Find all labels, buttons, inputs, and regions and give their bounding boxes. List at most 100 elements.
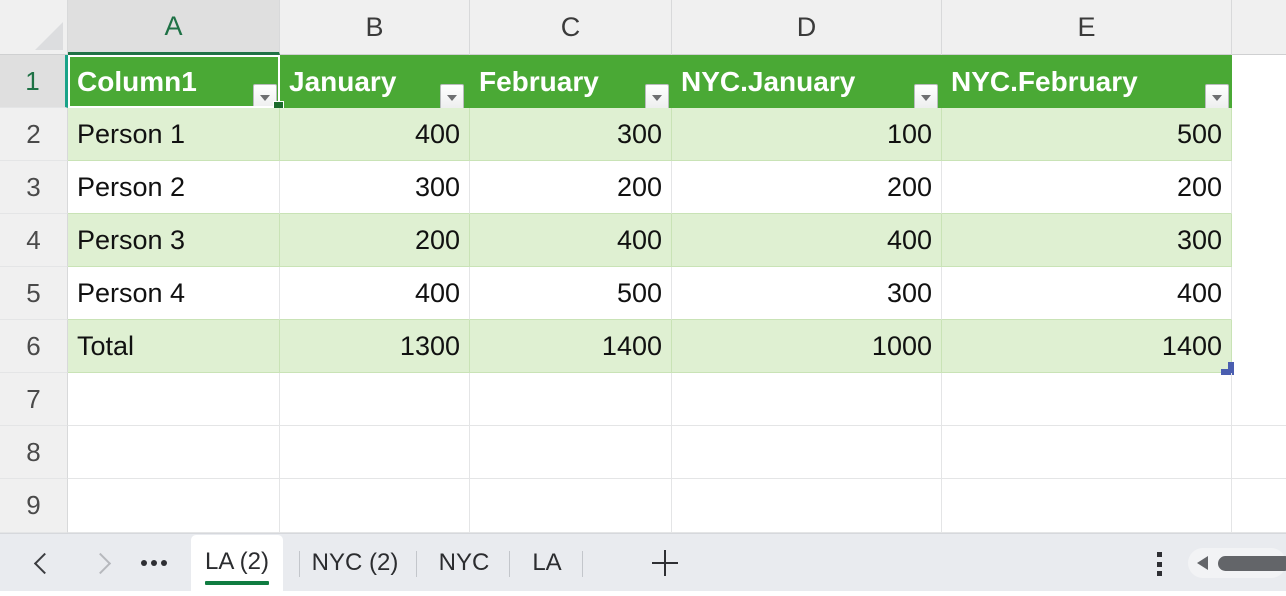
table-row[interactable]: 400 [280,267,470,320]
column-header-d[interactable]: D [672,0,942,55]
table-header-cell-nyc-february[interactable]: NYC.February [942,55,1232,108]
add-sheet-button[interactable] [647,546,683,580]
table-row[interactable]: 400 [672,214,942,267]
sheet-options-button[interactable] [1146,550,1172,578]
kebab-vertical-icon [1157,562,1162,567]
sheet-tab-nyc-2[interactable]: NYC (2) [305,535,405,591]
sheet-tab-nyc[interactable]: NYC [423,535,505,591]
previous-sheet-button[interactable] [24,544,64,582]
table-row[interactable]: 400 [942,267,1232,320]
table-row[interactable]: Person 2 [68,161,280,214]
chevron-left-icon [33,552,54,573]
row-header-2[interactable]: 2 [0,108,68,161]
next-sheet-button[interactable] [80,544,120,582]
table-row[interactable]: Person 4 [68,267,280,320]
table-row[interactable]: 300 [942,214,1232,267]
column-header-c[interactable]: C [470,0,672,55]
table-row[interactable]: 500 [470,267,672,320]
row-header-4[interactable]: 4 [0,214,68,267]
kebab-vertical-icon [1157,571,1162,576]
kebab-vertical-icon [1157,552,1162,557]
horizontal-scrollbar-thumb[interactable] [1218,556,1286,571]
table-row[interactable]: 300 [280,161,470,214]
row-header-9[interactable]: 9 [0,479,68,533]
table-row[interactable]: 200 [942,161,1232,214]
empty-cell-e8[interactable] [942,426,1232,479]
row-header-1[interactable]: 1 [0,55,68,108]
table-total-row[interactable]: 1000 [672,320,942,373]
empty-cell-d9[interactable] [672,479,942,533]
row-header-5[interactable]: 5 [0,267,68,320]
empty-cell-f7[interactable] [1232,373,1286,426]
column-header-b[interactable]: B [280,0,470,55]
row-header-3[interactable]: 3 [0,161,68,214]
empty-cell-a9[interactable] [68,479,280,533]
window-bottom-edge [0,591,1286,596]
sheet-tab-label: NYC (2) [312,549,399,577]
tab-separator [582,551,583,577]
sheet-tab-label: NYC [439,549,490,577]
empty-cell-d7[interactable] [672,373,942,426]
table-row[interactable]: 100 [672,108,942,161]
column-header-a[interactable]: A [68,0,280,55]
table-row[interactable]: Person 1 [68,108,280,161]
table-row[interactable]: 500 [942,108,1232,161]
column-header-row: A B C D E [68,0,1286,55]
table-row[interactable]: 200 [280,214,470,267]
horizontal-scrollbar[interactable] [1188,548,1286,578]
row-header-8[interactable]: 8 [0,426,68,479]
sheet-tab-label: LA [532,549,561,577]
empty-cell-f9[interactable] [1232,479,1286,533]
empty-cell-f8[interactable] [1232,426,1286,479]
table-header-cell-column1[interactable]: Column1 [68,55,280,108]
sheet-tab-label: LA (2) [205,548,269,579]
tab-separator [509,551,510,577]
excel-worksheet-window: A B C D E 1 2 3 4 5 6 7 8 9 Column1 Janu… [0,0,1286,596]
table-row[interactable]: Person 3 [68,214,280,267]
filter-dropdown-button-nyc-january[interactable] [914,84,938,111]
chevron-down-icon [1212,95,1222,101]
empty-cell-a8[interactable] [68,426,280,479]
empty-cell-a7[interactable] [68,373,280,426]
chevron-down-icon [260,95,270,101]
empty-cell-c9[interactable] [470,479,672,533]
chevron-down-icon [652,95,662,101]
table-total-row[interactable]: 1400 [942,320,1232,373]
filter-dropdown-button-february[interactable] [645,84,669,111]
filter-dropdown-button-january[interactable] [440,84,464,111]
empty-cell-c8[interactable] [470,426,672,479]
table-row[interactable]: 400 [470,214,672,267]
worksheet-grid[interactable]: A B C D E 1 2 3 4 5 6 7 8 9 Column1 Janu… [0,0,1286,533]
table-row[interactable]: 300 [672,267,942,320]
sheet-tab-la-2[interactable]: LA (2) [191,535,283,591]
filter-dropdown-button-column1[interactable] [253,84,277,111]
filter-dropdown-button-nyc-february[interactable] [1205,84,1229,111]
chevron-right-icon [89,552,110,573]
row-header-6[interactable]: 6 [0,320,68,373]
empty-cell-b8[interactable] [280,426,470,479]
empty-cell-c7[interactable] [470,373,672,426]
scroll-left-arrow-icon[interactable] [1197,556,1208,570]
sheet-tab-la[interactable]: LA [516,535,578,591]
column-header-e[interactable]: E [942,0,1232,55]
plus-icon [652,562,678,565]
table-total-row[interactable]: 1300 [280,320,470,373]
empty-cell-e9[interactable] [942,479,1232,533]
table-header-cell-nyc-january[interactable]: NYC.January [672,55,942,108]
column-header-f[interactable] [1232,0,1286,55]
table-total-row[interactable]: 1400 [470,320,672,373]
empty-cell-b7[interactable] [280,373,470,426]
empty-cell-d8[interactable] [672,426,942,479]
tab-separator [299,551,300,577]
table-row[interactable]: 200 [672,161,942,214]
row-header-7[interactable]: 7 [0,373,68,426]
table-header-cell-february[interactable]: February [470,55,672,108]
table-row[interactable]: 300 [470,108,672,161]
select-all-corner[interactable] [0,0,68,55]
table-total-row[interactable]: Total [68,320,280,373]
table-row[interactable]: 400 [280,108,470,161]
all-sheets-button[interactable] [134,544,174,582]
empty-cell-b9[interactable] [280,479,470,533]
table-row[interactable]: 200 [470,161,672,214]
empty-cell-e7[interactable] [942,373,1232,426]
